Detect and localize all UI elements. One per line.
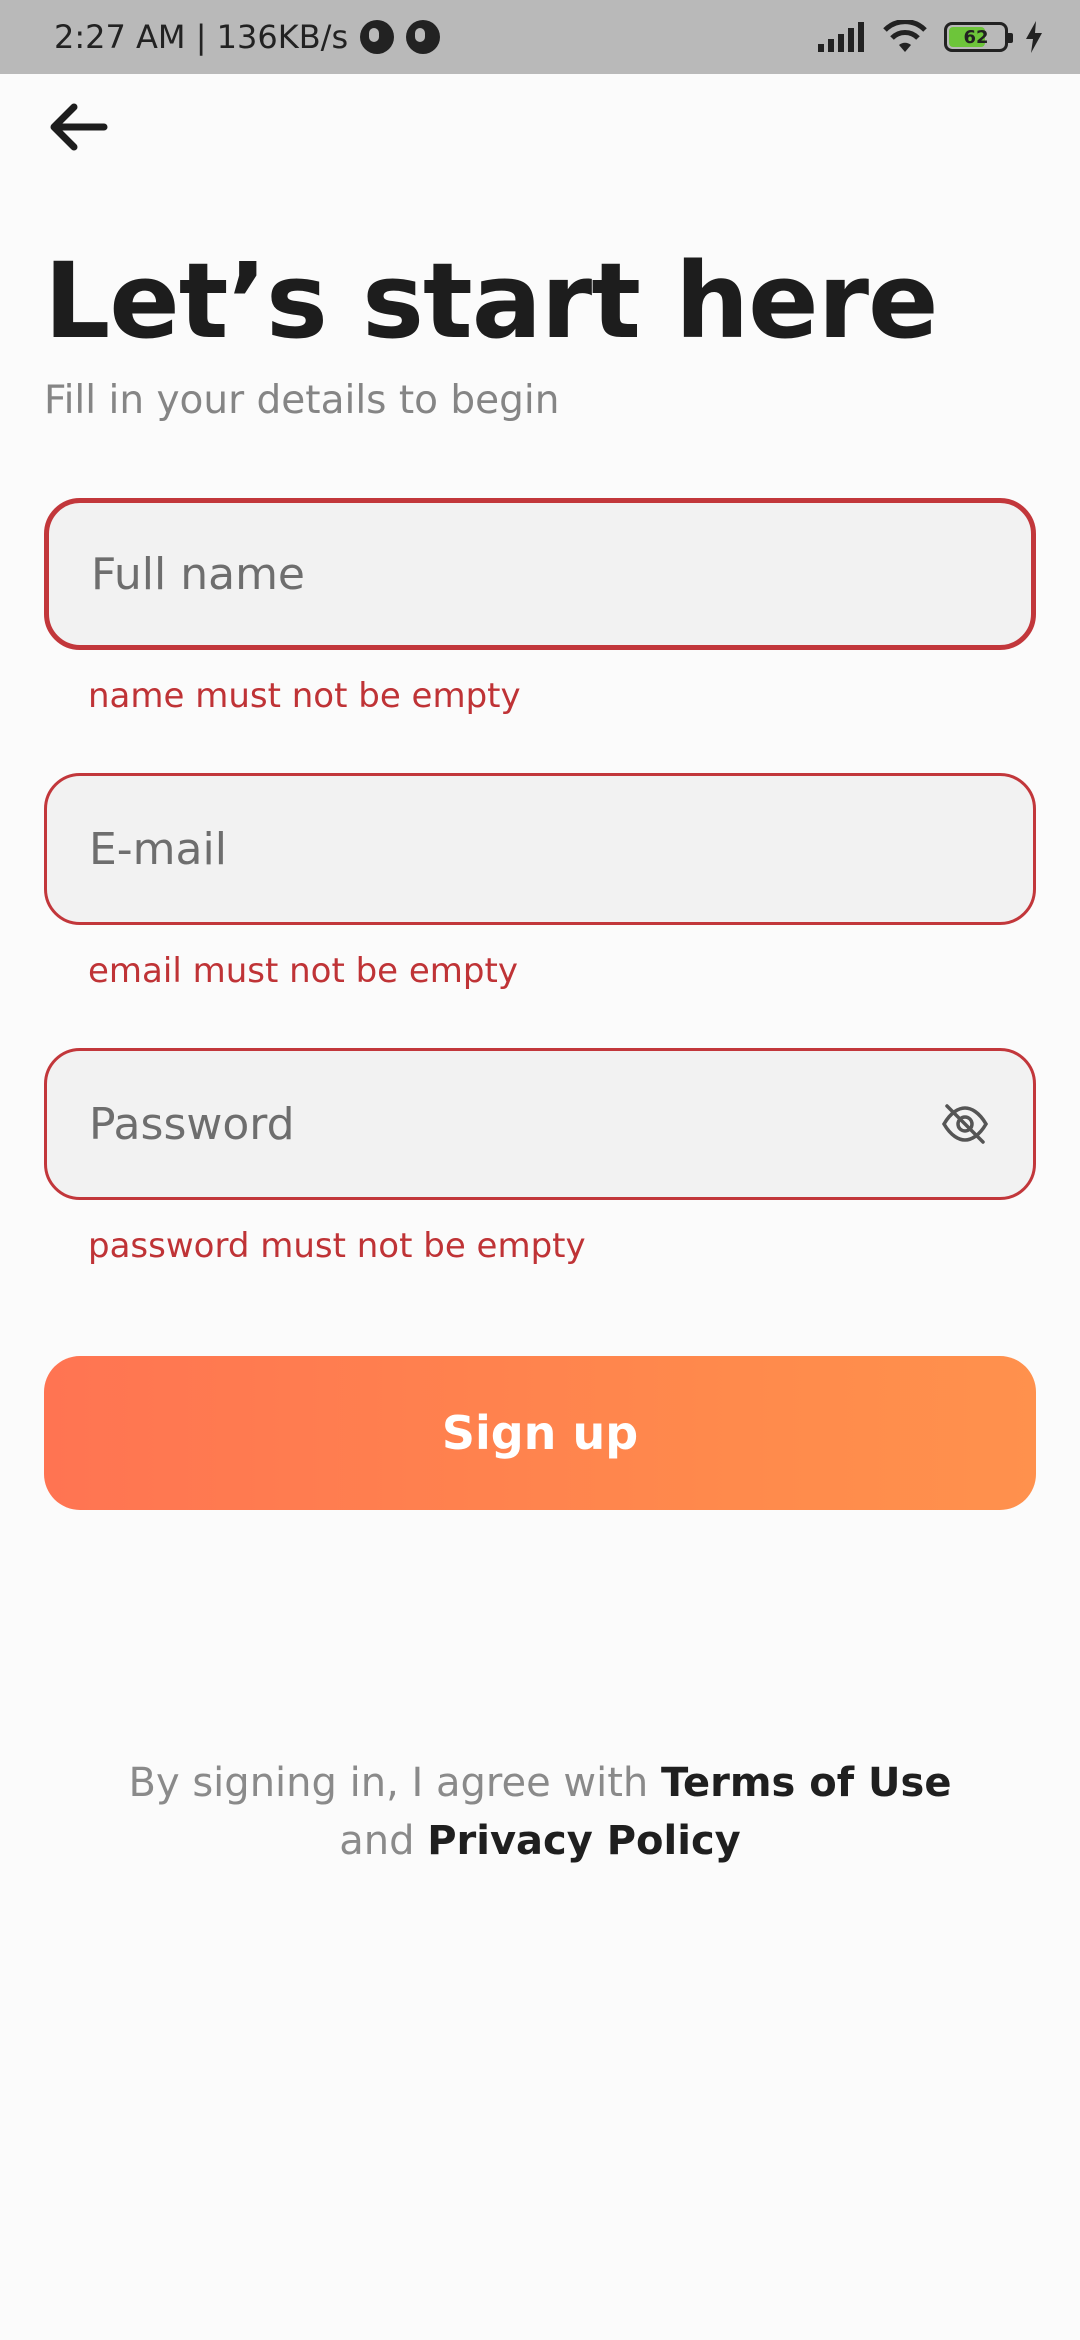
notification-app-icon [360,20,395,54]
signal-icon [818,22,864,52]
page-subtitle: Fill in your details to begin [44,378,560,423]
password-error: password must not be empty [88,1226,586,1266]
full-name-placeholder: Full name [91,548,306,600]
email-field[interactable]: E-mail [44,773,1036,925]
terms-of-use-link[interactable]: Terms of Use [661,1760,951,1806]
full-name-field[interactable]: Full name [44,498,1036,650]
password-visibility-toggle[interactable] [939,1098,991,1150]
battery-level: 62 [963,26,989,48]
password-field[interactable]: Password [44,1048,1036,1200]
status-bar: 2:27 AM | 136KB/s 62 [0,0,1080,74]
status-right: 62 [816,20,1044,54]
status-left: 2:27 AM | 136KB/s [54,18,441,56]
terms-notice: By signing in, I agree with Terms of Use… [0,1754,1080,1870]
arrow-left-icon [50,103,108,151]
terms-prefix: By signing in, I agree with [128,1760,661,1806]
charging-bolt-icon [1026,21,1042,53]
full-name-error: name must not be empty [88,676,521,716]
battery-icon: 62 [944,22,1013,52]
wifi-icon [883,20,927,52]
terms-line-2: and Privacy Policy [0,1812,1080,1870]
back-button[interactable] [40,92,116,162]
terms-middle: and [339,1818,428,1864]
terms-line-1: By signing in, I agree with Terms of Use [0,1754,1080,1812]
signup-button[interactable]: Sign up [44,1356,1036,1510]
email-error: email must not be empty [88,951,518,991]
status-time: 2:27 AM | 136KB/s [54,18,349,56]
page-title: Let’s start here [44,240,939,362]
eye-off-icon [941,1104,989,1144]
privacy-policy-link[interactable]: Privacy Policy [427,1818,741,1864]
password-placeholder: Password [89,1098,295,1150]
notification-app-icon-2 [406,20,441,54]
email-placeholder: E-mail [89,823,227,875]
signup-label: Sign up [441,1406,639,1460]
